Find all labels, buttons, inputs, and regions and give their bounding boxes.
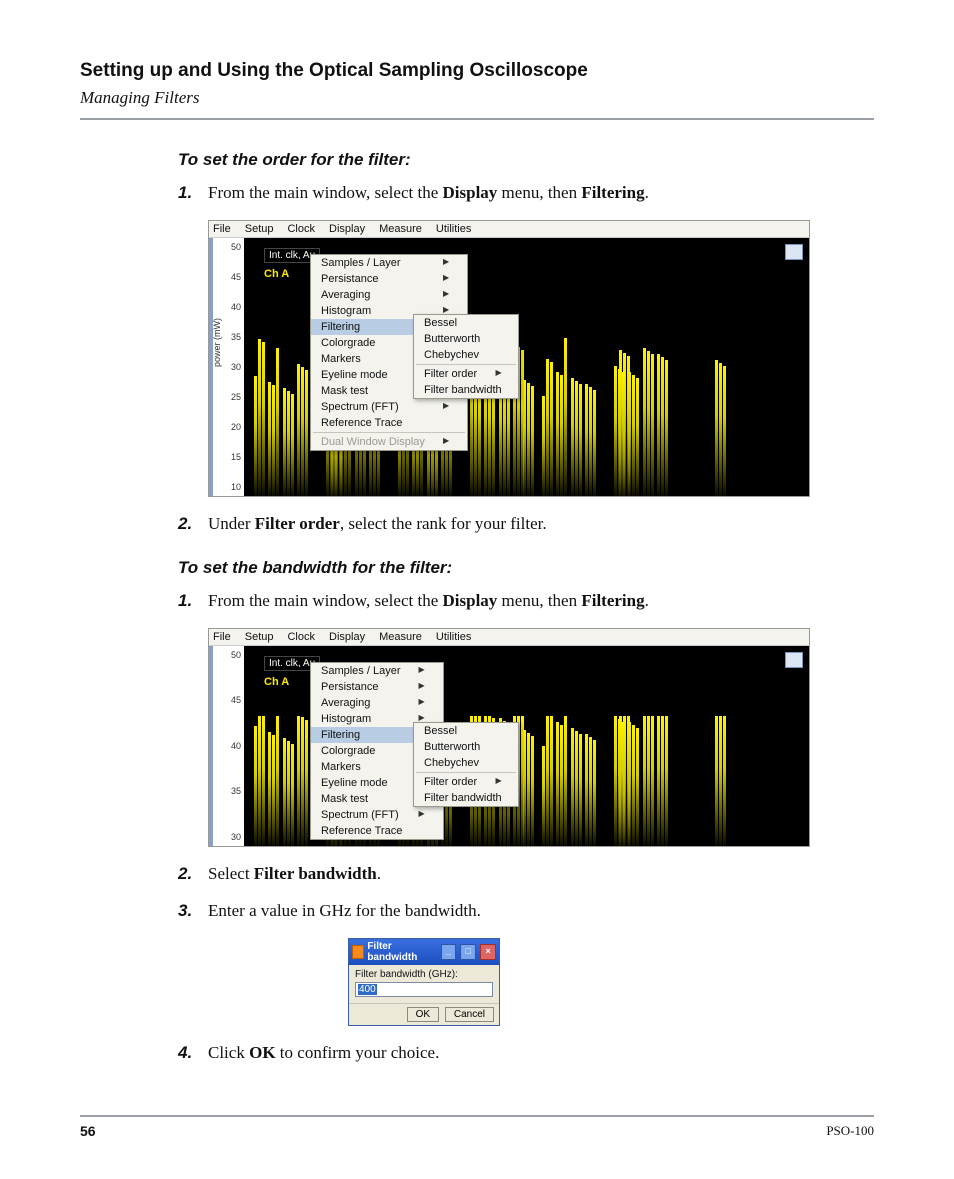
step-2-bandwidth: 2. Select Filter bandwidth.	[178, 861, 874, 887]
y-axis-ticks: 50 45 40 35 30	[213, 646, 244, 846]
product-model: PSO-100	[826, 1123, 874, 1139]
page-number: 56	[80, 1123, 96, 1139]
submenu-item-chebychev[interactable]: Chebychev	[414, 347, 518, 363]
menu-item-persistance[interactable]: Persistance▶	[311, 679, 443, 695]
menu-display[interactable]: Display	[329, 223, 365, 235]
menu-setup[interactable]: Setup	[245, 223, 274, 235]
dialog-title-text: Filter bandwidth	[367, 941, 433, 963]
step-number: 4.	[178, 1040, 208, 1066]
submenu-item-chebychev[interactable]: Chebychev	[414, 755, 518, 771]
cancel-button[interactable]: Cancel	[445, 1007, 494, 1022]
menu-item-averaging[interactable]: Averaging▶	[311, 695, 443, 711]
menu-measure[interactable]: Measure	[379, 223, 422, 235]
step-body: From the main window, select the Display…	[208, 180, 874, 206]
menu-measure[interactable]: Measure	[379, 631, 422, 643]
close-button[interactable]: ×	[480, 944, 496, 960]
menu-item-dual-window-display: Dual Window Display▶	[311, 434, 467, 450]
plot-area: 50 45 40 35 30 Int. clk, Au Ch A Samples…	[209, 646, 809, 846]
menu-display[interactable]: Display	[329, 631, 365, 643]
menu-item-samples-layer[interactable]: Samples / Layer▶	[311, 255, 467, 271]
subheading-order: To set the order for the filter:	[178, 150, 874, 170]
submenu-item-filter-bandwidth[interactable]: Filter bandwidth	[414, 382, 518, 398]
minimize-button[interactable]: _	[441, 944, 457, 960]
section-subtitle: Managing Filters	[80, 88, 874, 108]
header-rule	[80, 118, 874, 120]
plot-corner-icon[interactable]	[785, 244, 803, 260]
content-area: To set the order for the filter: 1. From…	[178, 150, 874, 1065]
menu-item-persistance[interactable]: Persistance▶	[311, 271, 467, 287]
step-number: 2.	[178, 511, 208, 537]
submenu-item-filter-order[interactable]: Filter order▶	[414, 774, 518, 790]
step-1-bandwidth: 1. From the main window, select the Disp…	[178, 588, 874, 614]
step-1-order: 1. From the main window, select the Disp…	[178, 180, 874, 206]
step-body: Under Filter order, select the rank for …	[208, 511, 874, 537]
step-number: 3.	[178, 898, 208, 924]
menu-item-reference-trace[interactable]: Reference Trace	[311, 823, 443, 839]
step-3-bandwidth: 3. Enter a value in GHz for the bandwidt…	[178, 898, 874, 924]
dialog-button-row: OK Cancel	[349, 1003, 499, 1025]
step-number: 2.	[178, 861, 208, 887]
step-body: From the main window, select the Display…	[208, 588, 874, 614]
menu-item-averaging[interactable]: Averaging▶	[311, 287, 467, 303]
plot-area: power (mW) 50 45 40 35 30 25 20 15 10 In…	[209, 238, 809, 496]
submenu-item-filter-bandwidth[interactable]: Filter bandwidth	[414, 790, 518, 806]
menu-utilities[interactable]: Utilities	[436, 631, 471, 643]
menu-utilities[interactable]: Utilities	[436, 223, 471, 235]
menu-item-reference-trace[interactable]: Reference Trace	[311, 415, 467, 431]
filter-bandwidth-dialog: Filter bandwidth _ □ × Filter bandwidth …	[348, 938, 500, 1026]
menu-file[interactable]: File	[213, 223, 231, 235]
app-menubar: File Setup Clock Display Measure Utiliti…	[209, 221, 809, 238]
subheading-bandwidth: To set the bandwidth for the filter:	[178, 558, 874, 578]
menu-item-spectrum-fft[interactable]: Spectrum (FFT)▶	[311, 399, 467, 415]
screenshot-display-filtering-1: File Setup Clock Display Measure Utiliti…	[208, 220, 810, 497]
dialog-titlebar: Filter bandwidth _ □ ×	[349, 939, 499, 965]
bandwidth-input[interactable]: 400	[355, 982, 493, 997]
app-icon	[352, 945, 364, 959]
ok-button[interactable]: OK	[407, 1007, 439, 1022]
page-footer: 56 PSO-100	[80, 1115, 874, 1139]
step-body: Select Filter bandwidth.	[208, 861, 874, 887]
step-2-order: 2. Under Filter order, select the rank f…	[178, 511, 874, 537]
app-menubar: File Setup Clock Display Measure Utiliti…	[209, 629, 809, 646]
screenshot-display-filtering-2: File Setup Clock Display Measure Utiliti…	[208, 628, 810, 847]
step-number: 1.	[178, 180, 208, 206]
menu-item-spectrum-fft[interactable]: Spectrum (FFT)▶	[311, 807, 443, 823]
menu-clock[interactable]: Clock	[287, 223, 315, 235]
submenu-item-bessel[interactable]: Bessel	[414, 723, 518, 739]
dialog-body: Filter bandwidth (GHz): 400	[349, 965, 499, 1003]
filtering-submenu: Bessel Butterworth Chebychev Filter orde…	[413, 722, 519, 807]
submenu-item-bessel[interactable]: Bessel	[414, 315, 518, 331]
step-number: 1.	[178, 588, 208, 614]
y-axis-label: power (mW)	[212, 318, 222, 367]
maximize-button[interactable]: □	[460, 944, 476, 960]
bandwidth-field-label: Filter bandwidth (GHz):	[355, 969, 493, 980]
step-4-bandwidth: 4. Click OK to confirm your choice.	[178, 1040, 874, 1066]
chapter-title: Setting up and Using the Optical Samplin…	[80, 60, 874, 82]
submenu-item-butterworth[interactable]: Butterworth	[414, 739, 518, 755]
submenu-item-filter-order[interactable]: Filter order▶	[414, 366, 518, 382]
menu-file[interactable]: File	[213, 631, 231, 643]
step-body: Enter a value in GHz for the bandwidth.	[208, 898, 874, 924]
menu-clock[interactable]: Clock	[287, 631, 315, 643]
filtering-submenu: Bessel Butterworth Chebychev Filter orde…	[413, 314, 519, 399]
menu-setup[interactable]: Setup	[245, 631, 274, 643]
submenu-item-butterworth[interactable]: Butterworth	[414, 331, 518, 347]
filter-bandwidth-dialog-wrap: Filter bandwidth _ □ × Filter bandwidth …	[348, 938, 874, 1026]
menu-item-samples-layer[interactable]: Samples / Layer▶	[311, 663, 443, 679]
step-body: Click OK to confirm your choice.	[208, 1040, 874, 1066]
